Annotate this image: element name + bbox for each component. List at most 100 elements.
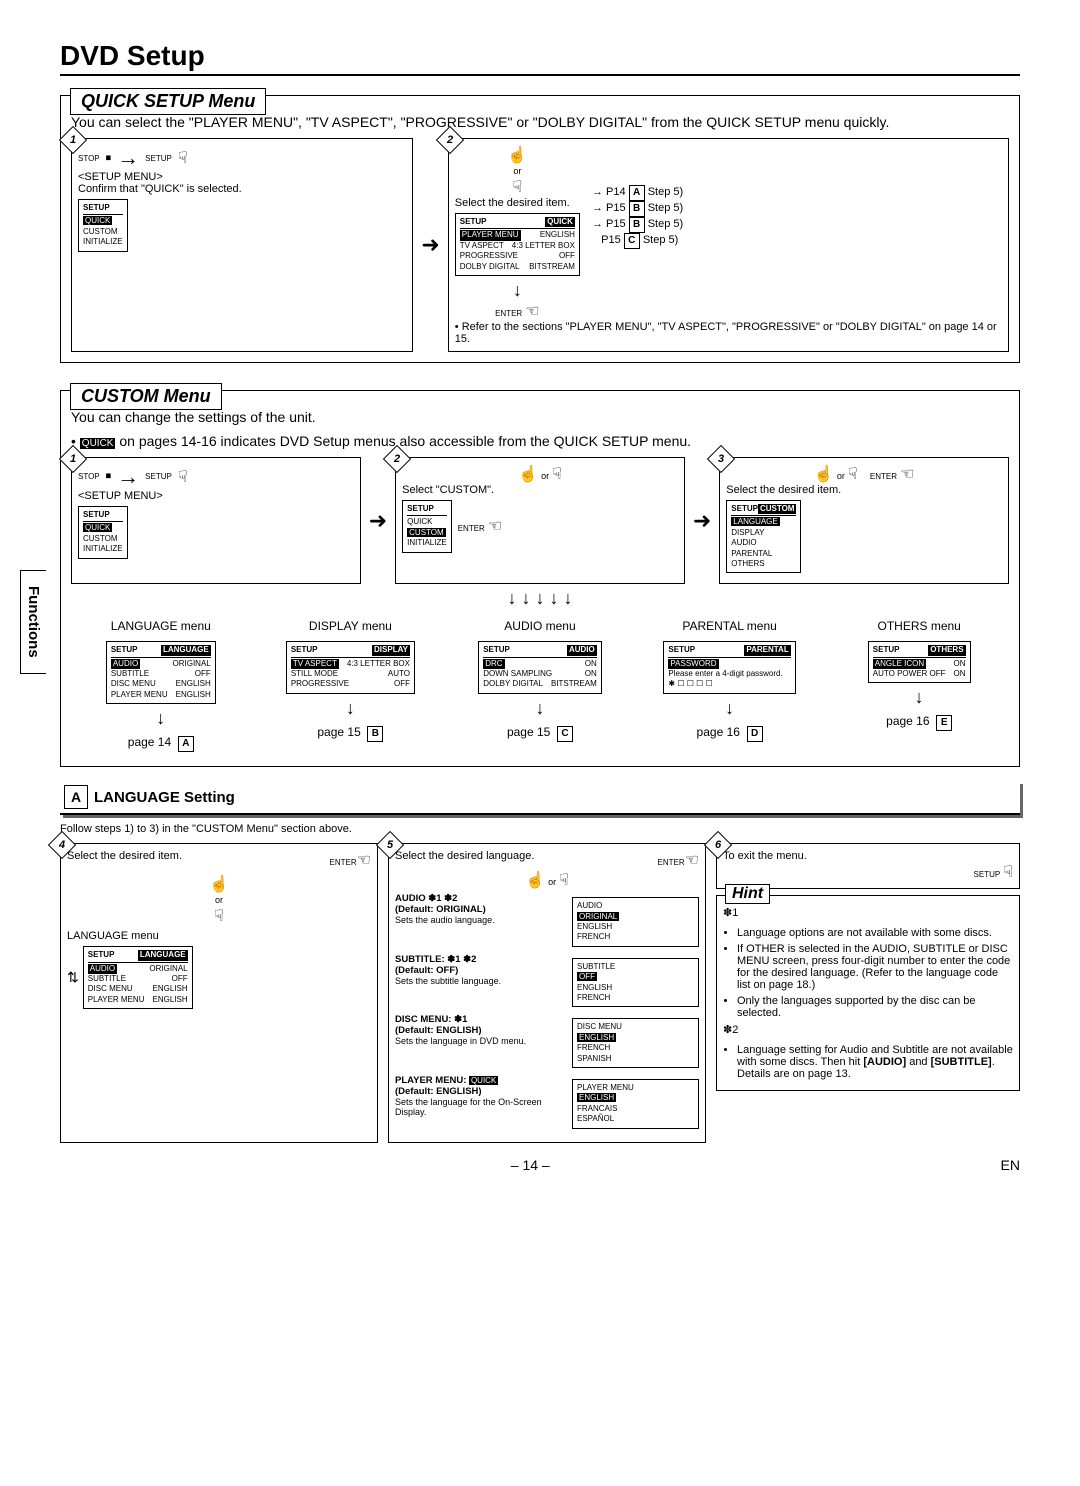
options-panel: DISC MENUENGLISHFRENCHSPANISH [572, 1018, 699, 1068]
step-number: 1 [64, 131, 82, 149]
quick-items-panel: SETUPQUICK PLAYER MENUENGLISH TV ASPECT4… [455, 213, 580, 276]
custom-menu-header: CUSTOM Menu [70, 383, 222, 410]
menu-column: OTHERS menu SETUPOTHERS ANGLE ICONONAUTO… [829, 619, 1009, 752]
options-panel: AUDIOORIGINALENGLISHFRENCH [572, 897, 699, 947]
enter-button-icon: ☜ [357, 850, 371, 870]
custom-intro-1: You can change the settings of the unit. [71, 409, 1009, 425]
up-button-icon: ☝ [525, 870, 545, 890]
stop-icon: ⏹ [106, 470, 112, 483]
language-code: EN [1001, 1157, 1020, 1173]
arrow-right-icon: ➜ [693, 508, 711, 534]
page-ref: page 16 E [829, 714, 1009, 731]
page-ref: page 15 B [261, 725, 441, 742]
page-ref: page 16 D [640, 725, 820, 742]
arrow-right-icon: → [117, 145, 139, 171]
setting-block: PLAYER MENU: QUICK (Default: ENGLISH) Se… [395, 1075, 699, 1133]
hint-item: Language options are not available with … [737, 927, 1013, 939]
step-number: 2 [388, 450, 406, 468]
quick-step-1: 1 STOP ⏹ → SETUP ☟ <SETUP MENU> Confirm … [71, 138, 413, 352]
hint-box: Hint ✽1 Language options are not availab… [716, 895, 1020, 1091]
custom-menu-section: You can change the settings of the unit.… [60, 390, 1020, 767]
setting-block: DISC MENU: ✽1 (Default: ENGLISH) Sets th… [395, 1014, 699, 1072]
menu-panel: SETUPLANGUAGE AUDIOORIGINALSUBTITLEOFFDI… [106, 641, 216, 704]
or-label: or [548, 877, 556, 887]
setup-label: SETUP [145, 472, 172, 481]
lang-step-4: 4 Select the desired item. ENTER☜ ☝ or ☟… [60, 843, 378, 1142]
lang-step-6: 6 To exit the menu. SETUP ☟ [716, 843, 1020, 889]
step-number: 1 [64, 450, 82, 468]
custom-step-2: 2 ☝ or ☟ Select "CUSTOM". SETUP QUICK CU… [395, 457, 685, 584]
select-text: Select the desired item. [455, 197, 580, 209]
lang-step-5: 5 Select the desired language. ENTER☜ ☝ … [388, 843, 706, 1142]
setting-block: SUBTITLE: ✽1 ✽2 (Default: OFF) Sets the … [395, 954, 699, 1012]
down-button-icon: ☟ [848, 464, 858, 484]
step-number: 3 [712, 450, 730, 468]
follow-steps-text: Follow steps 1) to 3) in the "CUSTOM Men… [60, 823, 1020, 835]
custom-step-3: 3 ☝ or ☟ ENTER ☜ Select the desired item… [719, 457, 1009, 584]
menu-title: LANGUAGE menu [71, 619, 251, 633]
enter-label: ENTER [330, 858, 357, 867]
language-setting-header: A LANGUAGE Setting [60, 781, 1020, 815]
setup-menu-panel: SETUP QUICK CUSTOM INITIALIZE [78, 506, 128, 559]
arrow-down-icon: ↓ [640, 698, 820, 719]
enter-label: ENTER [658, 858, 685, 867]
menu-panel: SETUPOTHERS ANGLE ICONONAUTO POWER OFFON [868, 641, 971, 683]
setup-menu-panel: SETUP QUICK CUSTOM INITIALIZE [402, 500, 452, 553]
custom-intro-2: • QUICK on pages 14-16 indicates DVD Set… [71, 433, 1009, 449]
menu-title: DISPLAY menu [261, 619, 441, 633]
menu-panel: SETUPDISPLAY TV ASPECT4:3 LETTER BOXSTIL… [286, 641, 415, 694]
enter-label: ENTER [458, 524, 485, 533]
page-ref: page 14 A [71, 735, 251, 752]
enter-label: ENTER [495, 309, 522, 318]
press-button-icon: ☟ [1003, 862, 1013, 882]
select-text: Select the desired item. [726, 484, 1002, 496]
options-panel: SUBTITLEOFFENGLISHFRENCH [572, 958, 699, 1008]
press-button-icon: ☟ [178, 467, 188, 487]
quick-intro: You can select the "PLAYER MENU", "TV AS… [71, 114, 1009, 130]
hint-item: If OTHER is selected in the AUDIO, SUBTI… [737, 943, 1013, 991]
quick-note: • Refer to the sections "PLAYER MENU", "… [455, 321, 1002, 345]
menu-column: LANGUAGE menu SETUPLANGUAGE AUDIOORIGINA… [71, 619, 251, 752]
stop-icon: ⏹ [106, 152, 112, 165]
hint-item: Only the languages supported by the disc… [737, 995, 1013, 1019]
arrow-right-icon: ➜ [369, 508, 387, 534]
up-button-icon: ☝ [814, 464, 834, 484]
quick-setup-header: QUICK SETUP Menu [70, 88, 266, 115]
or-label: or [837, 471, 845, 481]
sidebar-tab: Functions [20, 570, 46, 674]
panel-title: <SETUP MENU> [78, 490, 354, 502]
language-menu-panel: SETUPLANGUAGE AUDIOORIGINAL SUBTITLEOFF … [83, 946, 193, 1009]
instruction-text: Select the desired item. [67, 850, 182, 870]
step-number: 6 [709, 836, 727, 854]
hint-item: Language setting for Audio and Subtitle … [737, 1044, 1013, 1080]
up-button-icon: ☝ [507, 145, 527, 165]
arrow-right-icon: → [117, 464, 139, 490]
down-button-icon: ☟ [552, 464, 562, 484]
stop-label: STOP [78, 154, 100, 163]
quick-badge: QUICK [80, 438, 116, 449]
arrow-down-icon: ↓ [71, 708, 251, 729]
instruction-text: Select the desired language. [395, 850, 534, 870]
enter-button-icon: ☜ [525, 301, 539, 321]
enter-button-icon: ☜ [488, 516, 502, 536]
section-letter: A [64, 785, 88, 809]
menu-title: OTHERS menu [829, 619, 1009, 633]
press-button-icon: ☟ [178, 148, 188, 168]
arrow-right-icon: ➜ [421, 232, 439, 258]
down-button-icon: ☟ [559, 870, 569, 890]
stop-label: STOP [78, 472, 100, 481]
note-marker: ✽1 [723, 907, 738, 919]
or-label: or [513, 166, 521, 176]
page-number: – 14 – [511, 1157, 550, 1173]
custom-step-1: 1 STOP ⏹ → SETUP ☟ <SETUP MENU> SETUP QU… [71, 457, 361, 584]
menu-column: PARENTAL menu SETUPPARENTAL PASSWORDPlea… [640, 619, 820, 752]
custom-items-panel: SETUPCUSTOM LANGUAGE DISPLAY AUDIO PAREN… [726, 500, 801, 573]
hint-title: Hint [725, 884, 770, 904]
or-label: or [215, 895, 223, 905]
menu-panel: SETUPPARENTAL PASSWORDPlease enter a 4-d… [663, 641, 795, 694]
options-panel: PLAYER MENUENGLISHFRANCAISESPAÑOL [572, 1079, 699, 1129]
note-marker: ✽2 [723, 1024, 738, 1036]
page-title: DVD Setup [60, 40, 1020, 76]
down-button-icon: ☟ [512, 177, 522, 197]
menu-column: DISPLAY menu SETUPDISPLAY TV ASPECT4:3 L… [261, 619, 441, 752]
